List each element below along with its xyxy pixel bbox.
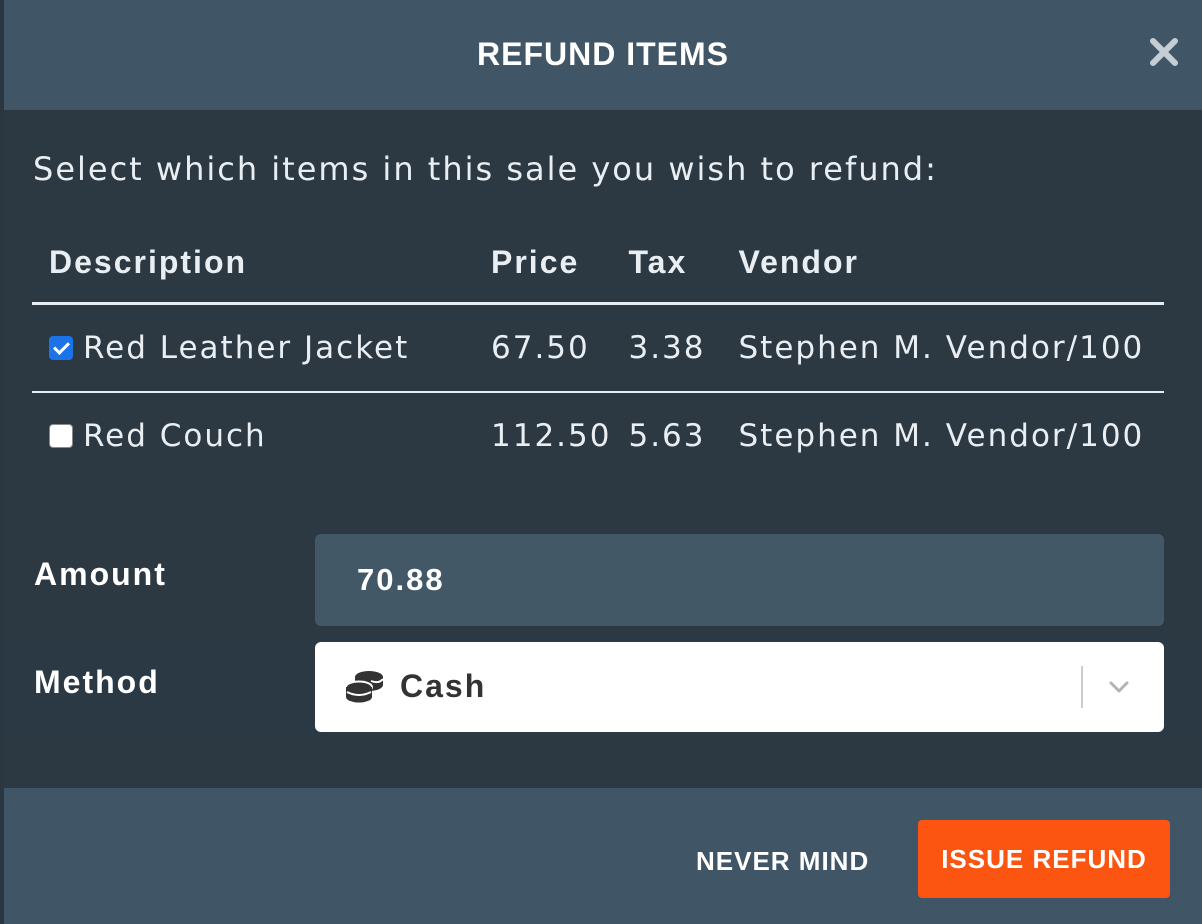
table-header-row: Description Price Tax Vendor <box>32 222 1164 305</box>
description-cell: Red Leather Jacket <box>32 303 474 393</box>
item-price: 67.50 <box>474 303 612 393</box>
item-tax: 3.38 <box>611 303 722 393</box>
coins-icon <box>345 671 384 703</box>
dialog-title: REFUND ITEMS <box>477 36 729 72</box>
dialog-header: REFUND ITEMS <box>4 0 1202 110</box>
amount-label: Amount <box>34 556 167 592</box>
dialog-footer: NEVER MIND ISSUE REFUND <box>4 788 1202 924</box>
method-value: Cash <box>400 668 487 704</box>
method-label: Method <box>34 664 160 700</box>
column-header-description: Description <box>32 222 474 305</box>
item-price: 112.50 <box>491 418 612 454</box>
never-mind-button[interactable]: NEVER MIND <box>696 846 869 877</box>
item-tax: 5.63 <box>628 418 706 454</box>
description-cell: Red Couch <box>32 392 474 479</box>
item-vendor: Stephen M. Vendor/100 <box>721 303 1164 393</box>
column-header-vendor: Vendor <box>721 222 1164 305</box>
table-row[interactable]: Red Couch 112.50 5.63 Stephen M. Vendor/… <box>32 392 1164 479</box>
chevron-down-icon[interactable] <box>1105 672 1133 702</box>
item-description: Red Couch <box>83 418 267 454</box>
item-checkbox[interactable] <box>49 424 73 448</box>
items-table: Description Price Tax Vendor Red Leather… <box>32 222 1164 479</box>
close-icon[interactable] <box>1146 34 1182 70</box>
item-vendor: Stephen M. Vendor/100 <box>738 418 1145 454</box>
issue-refund-button[interactable]: ISSUE REFUND <box>918 820 1170 898</box>
intro-text: Select which items in this sale you wish… <box>33 150 938 188</box>
column-header-price: Price <box>474 222 612 305</box>
amount-input[interactable]: 70.88 <box>315 534 1164 626</box>
table-row[interactable]: Red Leather Jacket 67.50 3.38 Stephen M.… <box>32 303 1164 393</box>
select-divider <box>1081 666 1083 708</box>
method-select[interactable]: Cash <box>315 642 1164 732</box>
column-header-tax: Tax <box>611 222 722 305</box>
item-checkbox[interactable] <box>49 336 73 360</box>
item-description: Red Leather Jacket <box>83 330 410 366</box>
